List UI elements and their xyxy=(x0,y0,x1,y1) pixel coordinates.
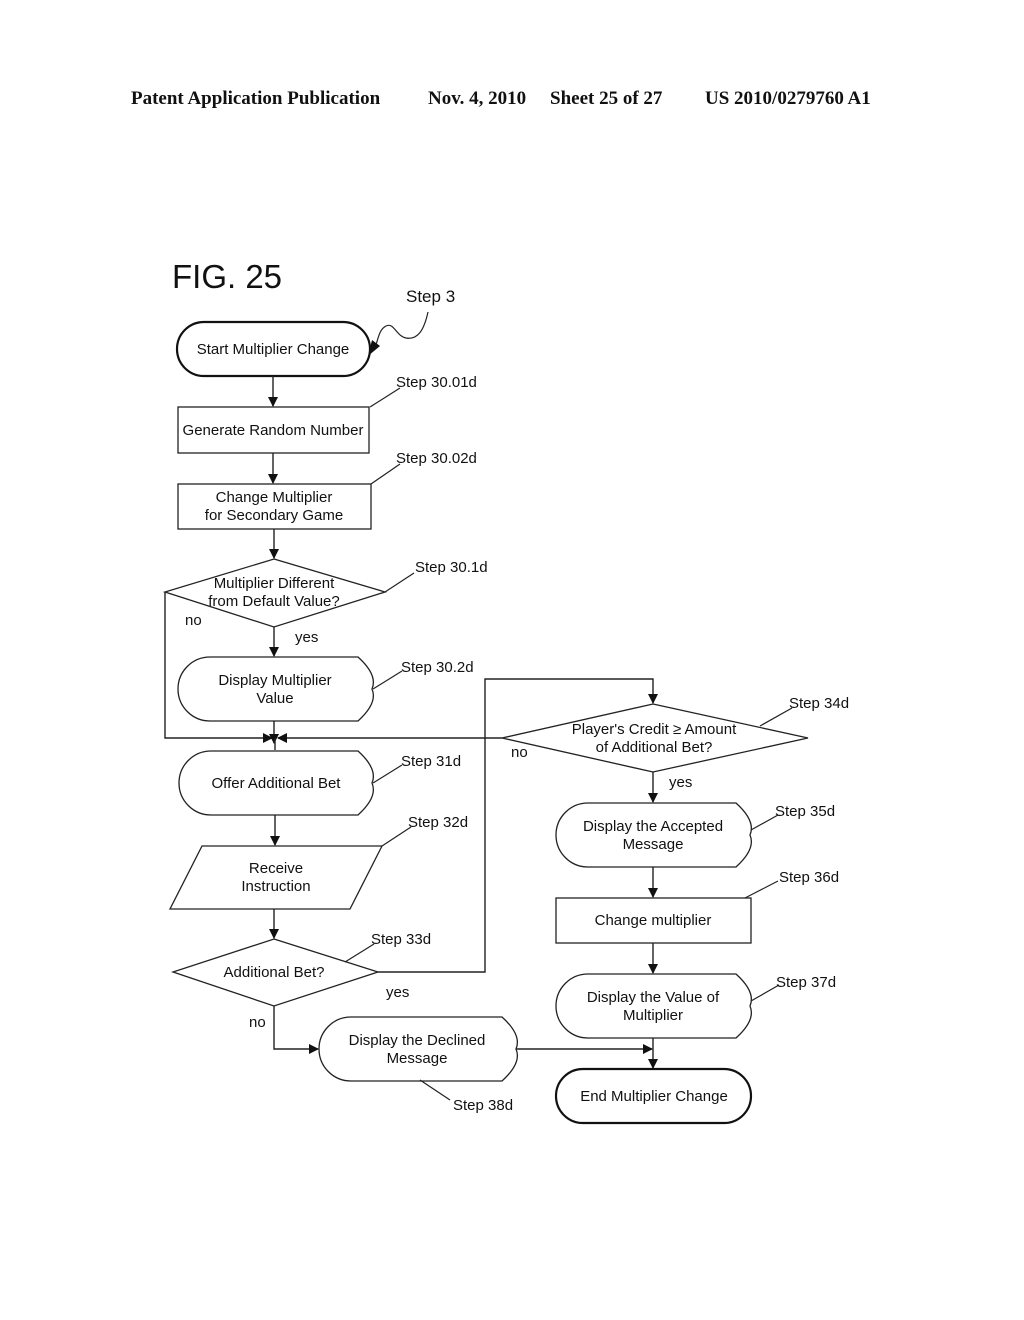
step-label-34d: Step 34d xyxy=(789,695,849,712)
leader-step-38d xyxy=(419,1079,451,1101)
node-end: End Multiplier Change xyxy=(554,1067,753,1125)
receive-label: Receive Instruction xyxy=(241,860,310,895)
display-shape xyxy=(177,656,375,722)
leader-step-33d xyxy=(344,943,375,963)
node-label-line: Generate Random Number xyxy=(183,422,364,439)
node-label-line: Player's Credit ≥ Amount xyxy=(572,721,737,738)
end-label: End Multiplier Change xyxy=(580,1088,728,1105)
leader-step-30-02d xyxy=(370,463,401,485)
node-display-declined-message: Display the Declined Message xyxy=(318,1016,519,1082)
flowchart: FIG. 25 Step 3 Start Multiplier Change G… xyxy=(162,258,849,1125)
node-label-line: Additional Bet? xyxy=(224,964,325,981)
leader-step-34d xyxy=(759,707,793,727)
node-change-multiplier: Change multiplier xyxy=(555,897,752,944)
leader-step-35d xyxy=(750,814,779,831)
node-label-line: Display Multiplier xyxy=(218,672,331,689)
leader-step-32d xyxy=(381,826,412,847)
step-label-30-2d: Step 30.2d xyxy=(401,659,474,676)
edge-label-bet-no: no xyxy=(249,1014,266,1031)
node-label-line: Message xyxy=(387,1050,448,1067)
node-generate-random-number: Generate Random Number xyxy=(177,406,370,454)
entry-squiggle-connector xyxy=(373,311,429,351)
node-label-line: Display the Value of xyxy=(587,989,720,1006)
node-label-line: Multiplier Different xyxy=(214,575,335,592)
node-change-multiplier-secondary: Change Multiplier for Secondary Game xyxy=(177,483,372,530)
figure-title: FIG. 25 xyxy=(172,258,282,295)
arrow-bet-no-to-declined xyxy=(273,1006,319,1054)
node-display-value-of-multiplier: Display the Value of Multiplier xyxy=(555,973,753,1039)
edge-label-default-no: no xyxy=(185,612,202,629)
node-label-line: End Multiplier Change xyxy=(580,1088,728,1105)
node-label-line: for Secondary Game xyxy=(205,507,343,524)
change-secondary-label: Change Multiplier for Secondary Game xyxy=(205,489,343,524)
decision-diamond xyxy=(501,703,809,773)
node-display-multiplier-value: Display Multiplier Value xyxy=(177,656,375,722)
display-shape xyxy=(318,1016,519,1082)
step-label-30-01d: Step 30.01d xyxy=(396,374,477,391)
leader-step-37d xyxy=(750,984,780,1002)
edge-label-bet-yes: yes xyxy=(386,984,409,1001)
node-label-line: Message xyxy=(623,836,684,853)
node-label-line: Display the Declined xyxy=(349,1032,486,1049)
entry-step-label: Step 3 xyxy=(406,287,455,306)
step-label-37d: Step 37d xyxy=(776,974,836,991)
node-label-line: Change Multiplier xyxy=(216,489,333,506)
step-label-33d: Step 33d xyxy=(371,931,431,948)
node-decision-player-credit: Player's Credit ≥ Amount of Additional Be… xyxy=(501,703,809,773)
step-label-30-1d: Step 30.1d xyxy=(415,559,488,576)
leader-step-30-2d xyxy=(372,670,403,690)
leader-step-31d xyxy=(372,764,403,784)
decision-default-label: Multiplier Different from Default Value? xyxy=(208,575,339,610)
generate-label: Generate Random Number xyxy=(183,422,364,439)
node-offer-additional-bet: Offer Additional Bet xyxy=(178,750,375,816)
change-multiplier-label: Change multiplier xyxy=(595,912,712,929)
node-label-line: Receive xyxy=(249,860,303,877)
offer-bet-label: Offer Additional Bet xyxy=(212,775,342,792)
node-label-line: Offer Additional Bet xyxy=(212,775,342,792)
node-label-line: Change multiplier xyxy=(595,912,712,929)
step-label-32d: Step 32d xyxy=(408,814,468,831)
edge-label-default-yes: yes xyxy=(295,629,318,646)
decision-bet-label: Additional Bet? xyxy=(224,964,325,981)
leader-step-30-1d xyxy=(384,572,415,593)
node-label-line: from Default Value? xyxy=(208,593,339,610)
edge-label-credit-no: no xyxy=(511,744,528,761)
node-display-accepted-message: Display the Accepted Message xyxy=(555,802,753,868)
display-shape xyxy=(555,802,753,868)
decision-credit-label: Player's Credit ≥ Amount of Additional Be… xyxy=(572,721,737,756)
start-label: Start Multiplier Change xyxy=(197,341,350,358)
display-shape xyxy=(555,973,753,1039)
node-receive-instruction: Receive Instruction xyxy=(168,845,384,910)
step-label-36d: Step 36d xyxy=(779,869,839,886)
leader-step-36d xyxy=(744,880,779,899)
node-label-line: Instruction xyxy=(241,878,310,895)
node-start: Start Multiplier Change xyxy=(175,320,372,378)
step-label-35d: Step 35d xyxy=(775,803,835,820)
step-label-38d: Step 38d xyxy=(453,1097,513,1114)
node-label-line: Display the Accepted xyxy=(583,818,723,835)
step-label-31d: Step 31d xyxy=(401,753,461,770)
node-decision-additional-bet: Additional Bet? xyxy=(170,938,381,1007)
node-label-line: Start Multiplier Change xyxy=(197,341,350,358)
node-label-line: Multiplier xyxy=(623,1007,683,1024)
edge-label-credit-yes: yes xyxy=(669,774,692,791)
step-label-30-02d: Step 30.02d xyxy=(396,450,477,467)
node-label-line: Value xyxy=(256,690,293,707)
node-label-line: of Additional Bet? xyxy=(596,739,713,756)
